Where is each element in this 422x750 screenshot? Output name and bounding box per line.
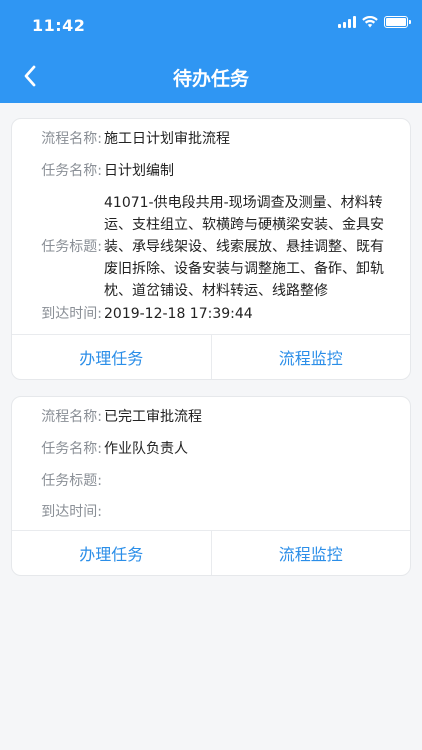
task-title-line: 装、承导线架设、线索展放、悬挂调整、既有 — [104, 239, 384, 255]
handle-task-button[interactable]: 办理任务 — [12, 531, 211, 575]
status-bar: 11:42 — [0, 0, 422, 50]
task-name-row: 任务名称: 作业队负责人 — [12, 438, 410, 460]
task-card: 流程名称: 已完工审批流程 任务名称: 作业队负责人 任务标题: 到达时间: 办… — [11, 396, 411, 576]
task-card: 流程名称: 施工日计划审批流程 任务名称: 日计划编制 任务标题: 41071-… — [11, 118, 411, 380]
task-name-value: 日计划编制 — [104, 163, 174, 179]
wifi-icon — [362, 16, 378, 28]
arrival-time-label: 到达时间: — [41, 504, 102, 520]
process-name-value: 施工日计划审批流程 — [104, 131, 230, 147]
task-name-label: 任务名称: — [41, 441, 102, 457]
task-title-row: 任务标题: 41071-供电段共用-现场调查及测量、材料转 运、支柱组立、软横跨… — [12, 192, 410, 302]
process-name-row: 流程名称: 已完工审批流程 — [12, 406, 410, 428]
battery-icon — [384, 16, 411, 28]
process-name-label: 流程名称: — [41, 131, 102, 147]
task-title-line: 运、支柱组立、软横跨与硬横梁安装、金具安 — [104, 217, 384, 233]
task-name-label: 任务名称: — [41, 163, 102, 179]
process-monitor-button[interactable]: 流程监控 — [210, 531, 411, 575]
card-actions: 办理任务 流程监控 — [12, 335, 410, 379]
arrival-time-value: 2019-12-18 17:39:44 — [104, 306, 253, 322]
process-name-row: 流程名称: 施工日计划审批流程 — [12, 128, 410, 150]
task-title-line: 枕、道岔铺设、材料转运、线路整修 — [104, 283, 328, 299]
arrival-time-row: 到达时间: — [12, 501, 410, 523]
status-icons — [338, 16, 411, 28]
arrival-time-label: 到达时间: — [41, 306, 102, 322]
nav-bar: 待办任务 — [0, 50, 422, 103]
process-monitor-button[interactable]: 流程监控 — [210, 335, 411, 379]
status-time: 11:42 — [32, 16, 86, 35]
arrival-time-row: 到达时间: 2019-12-18 17:39:44 — [12, 303, 410, 325]
card-actions: 办理任务 流程监控 — [12, 531, 410, 575]
cellular-signal-icon — [338, 16, 356, 28]
page-title: 待办任务 — [172, 68, 249, 90]
task-title-row: 任务标题: — [12, 470, 410, 492]
task-title-line: 废旧拆除、设备安装与调整施工、备砟、卸轨 — [104, 261, 384, 277]
task-name-value: 作业队负责人 — [104, 441, 188, 457]
task-title-value: 41071-供电段共用-现场调查及测量、材料转 运、支柱组立、软横跨与硬横梁安装… — [104, 192, 410, 302]
task-name-row: 任务名称: 日计划编制 — [12, 160, 410, 182]
task-title-label: 任务标题: — [41, 473, 102, 489]
handle-task-button[interactable]: 办理任务 — [12, 335, 211, 379]
process-name-label: 流程名称: — [41, 409, 102, 425]
task-title-label: 任务标题: — [41, 239, 102, 255]
process-name-value: 已完工审批流程 — [104, 409, 202, 425]
app-header: 11:42 待办任务 — [0, 0, 422, 103]
task-title-line: 41071-供电段共用-现场调查及测量、材料转 — [104, 195, 383, 211]
